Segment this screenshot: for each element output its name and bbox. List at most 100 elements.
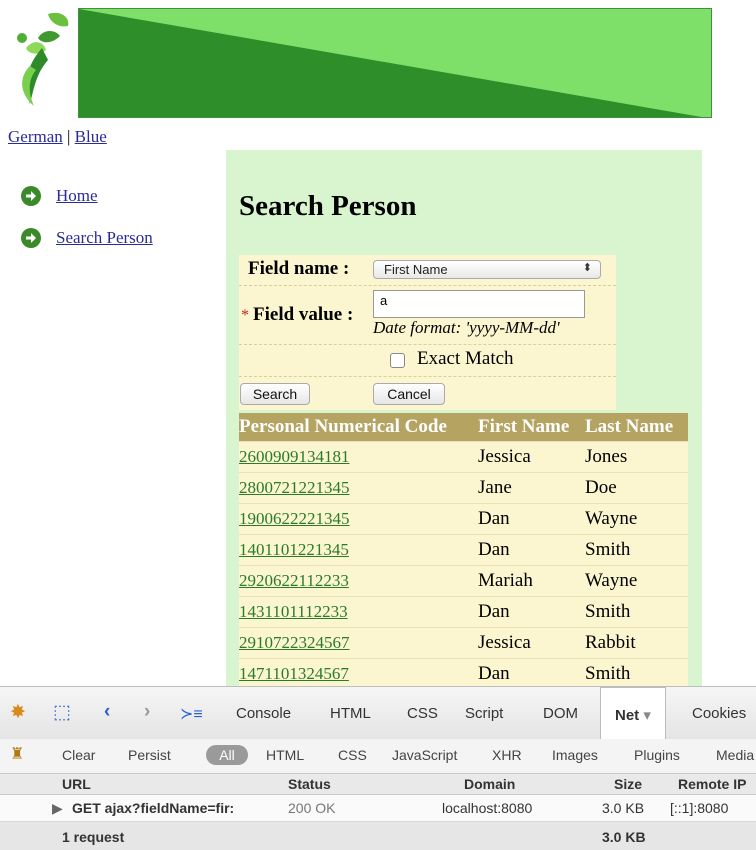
- main-content: Search Person Field name : First Name ⬍ …: [226, 150, 702, 689]
- last-name-cell: Doe: [585, 472, 688, 504]
- field-value-input[interactable]: a: [373, 290, 585, 318]
- net-summary-row: 1 request 3.0 KB: [0, 822, 756, 850]
- filter-javascript[interactable]: JavaScript: [392, 747, 457, 763]
- person-code-link[interactable]: 2800721221345: [239, 478, 350, 497]
- devtools-toolbar: ✸ ⬚ ‹ › ≻≡ Console HTML CSS Script DOM N…: [0, 687, 756, 740]
- table-row: 1900622221345 Dan Wayne: [239, 503, 688, 535]
- filter-images[interactable]: Images: [552, 747, 598, 763]
- field-value-row: * Field value : a Date format: 'yyyy-MM-d…: [239, 286, 616, 345]
- last-name-cell: Smith: [585, 534, 688, 566]
- table-row: 2910722324567 Jessica Rabbit: [239, 627, 688, 659]
- filter-css[interactable]: CSS: [338, 747, 367, 763]
- first-name-cell: Jane: [478, 472, 585, 504]
- tab-net[interactable]: Net ▾: [600, 687, 666, 739]
- forward-icon[interactable]: ›: [144, 701, 150, 723]
- back-icon[interactable]: ‹: [104, 701, 110, 723]
- field-value-label-wrap: * Field value :: [241, 304, 353, 326]
- last-name-cell: Smith: [585, 596, 688, 628]
- sidebar-link-search-person[interactable]: Search Person: [56, 228, 153, 248]
- sidebar-item-search-person[interactable]: Search Person: [20, 228, 153, 270]
- person-code-link[interactable]: 1471101324567: [239, 664, 349, 683]
- first-name-cell: Jessica: [478, 627, 585, 659]
- first-name-cell: Dan: [478, 658, 585, 689]
- tab-dom[interactable]: DOM: [543, 705, 578, 722]
- table-row: 1471101324567 Dan Smith: [239, 658, 688, 689]
- person-code-link[interactable]: 2910722324567: [239, 633, 350, 652]
- tab-cookies[interactable]: Cookies: [692, 705, 746, 722]
- last-name-cell: Wayne: [585, 503, 688, 535]
- results-table: Personal Numerical Code First Name Last …: [239, 413, 688, 689]
- first-name-cell: Dan: [478, 534, 585, 566]
- field-name-select[interactable]: First Name ⬍: [373, 260, 601, 279]
- column-url[interactable]: URL: [62, 776, 91, 792]
- person-code-link[interactable]: 1401101221345: [239, 540, 349, 559]
- search-button[interactable]: Search: [240, 383, 310, 405]
- net-filter-toolbar: ♜ Clear Persist All HTML CSS JavaScript …: [0, 739, 756, 774]
- net-request-row[interactable]: ▶ GET ajax?fieldName=fir: 200 OK localho…: [0, 795, 756, 822]
- column-status[interactable]: Status: [288, 776, 331, 792]
- tab-html[interactable]: HTML: [330, 705, 371, 722]
- last-name-cell: Jones: [585, 441, 688, 473]
- person-code-link[interactable]: 1431101112233: [239, 602, 348, 621]
- field-name-row: Field name : First Name ⬍: [239, 255, 616, 286]
- expand-triangle-icon[interactable]: ▶: [52, 800, 63, 817]
- clear-button[interactable]: Clear: [62, 747, 95, 763]
- table-row: 2600909134181 Jessica Jones: [239, 441, 688, 473]
- field-name-selected-value: First Name: [384, 262, 448, 277]
- first-name-cell: Dan: [478, 503, 585, 535]
- site-logo: [8, 8, 72, 112]
- language-switcher: German | Blue: [8, 127, 107, 147]
- filter-plugins[interactable]: Plugins: [634, 747, 680, 763]
- results-header-row: Personal Numerical Code First Name Last …: [239, 413, 688, 442]
- request-status: 200 OK: [288, 800, 336, 816]
- column-header-code: Personal Numerical Code: [239, 413, 478, 442]
- required-marker: *: [241, 307, 249, 324]
- person-code-link[interactable]: 1900622221345: [239, 509, 350, 528]
- filter-html[interactable]: HTML: [266, 747, 304, 763]
- command-line-icon[interactable]: ≻≡: [180, 704, 203, 724]
- filter-xhr[interactable]: XHR: [492, 747, 522, 763]
- filter-all[interactable]: All: [206, 745, 248, 765]
- column-remote-ip[interactable]: Remote IP: [678, 776, 746, 792]
- tab-console[interactable]: Console: [236, 705, 291, 722]
- exact-match-label: Exact Match: [417, 348, 514, 369]
- tab-css[interactable]: CSS: [407, 705, 438, 722]
- exact-match-row: Exact Match: [239, 345, 616, 377]
- table-row: 1401101221345 Dan Smith: [239, 534, 688, 566]
- firebug-icon[interactable]: ✸: [10, 701, 26, 724]
- arrow-circle-icon: [21, 186, 41, 206]
- sidebar-link-home[interactable]: Home: [56, 186, 98, 206]
- filter-media[interactable]: Media: [716, 747, 754, 763]
- inspect-icon[interactable]: ⬚: [53, 701, 71, 724]
- request-domain: localhost:8080: [442, 800, 533, 816]
- select-arrows-icon: ⬍: [582, 262, 592, 274]
- first-name-cell: Mariah: [478, 565, 585, 597]
- column-domain[interactable]: Domain: [464, 776, 515, 792]
- tab-script[interactable]: Script: [465, 705, 503, 722]
- column-size[interactable]: Size: [614, 776, 642, 792]
- net-column-headers: URL Status Domain Size Remote IP: [0, 774, 756, 795]
- person-code-link[interactable]: 2920622112233: [239, 571, 349, 590]
- person-code-link[interactable]: 2600909134181: [239, 447, 350, 466]
- field-value-label: Field value :: [253, 304, 354, 325]
- sidebar-nav: Home Search Person: [20, 186, 153, 270]
- language-link-german[interactable]: German: [8, 127, 63, 146]
- exact-match-checkbox[interactable]: [390, 353, 405, 368]
- sidebar-item-home[interactable]: Home: [20, 186, 153, 228]
- column-header-last-name: Last Name: [585, 413, 688, 442]
- table-row: 2920622112233 Mariah Wayne: [239, 565, 688, 597]
- first-name-cell: Dan: [478, 596, 585, 628]
- total-size: 3.0 KB: [602, 829, 646, 845]
- last-name-cell: Smith: [585, 658, 688, 689]
- table-row: 1431101112233 Dan Smith: [239, 596, 688, 628]
- field-name-label: Field name :: [248, 258, 350, 279]
- cancel-button[interactable]: Cancel: [373, 383, 445, 405]
- search-form: Field name : First Name ⬍ * Field value :…: [239, 255, 616, 410]
- persist-button[interactable]: Persist: [128, 747, 171, 763]
- request-remote-ip: [::1]:8080: [670, 800, 729, 816]
- language-link-blue[interactable]: Blue: [75, 127, 107, 146]
- form-buttons-row: Search Cancel: [239, 377, 616, 410]
- page-title: Search Person: [239, 190, 417, 222]
- request-url: GET ajax?fieldName=fir:: [72, 800, 235, 816]
- chevron-down-icon: ▾: [643, 707, 651, 724]
